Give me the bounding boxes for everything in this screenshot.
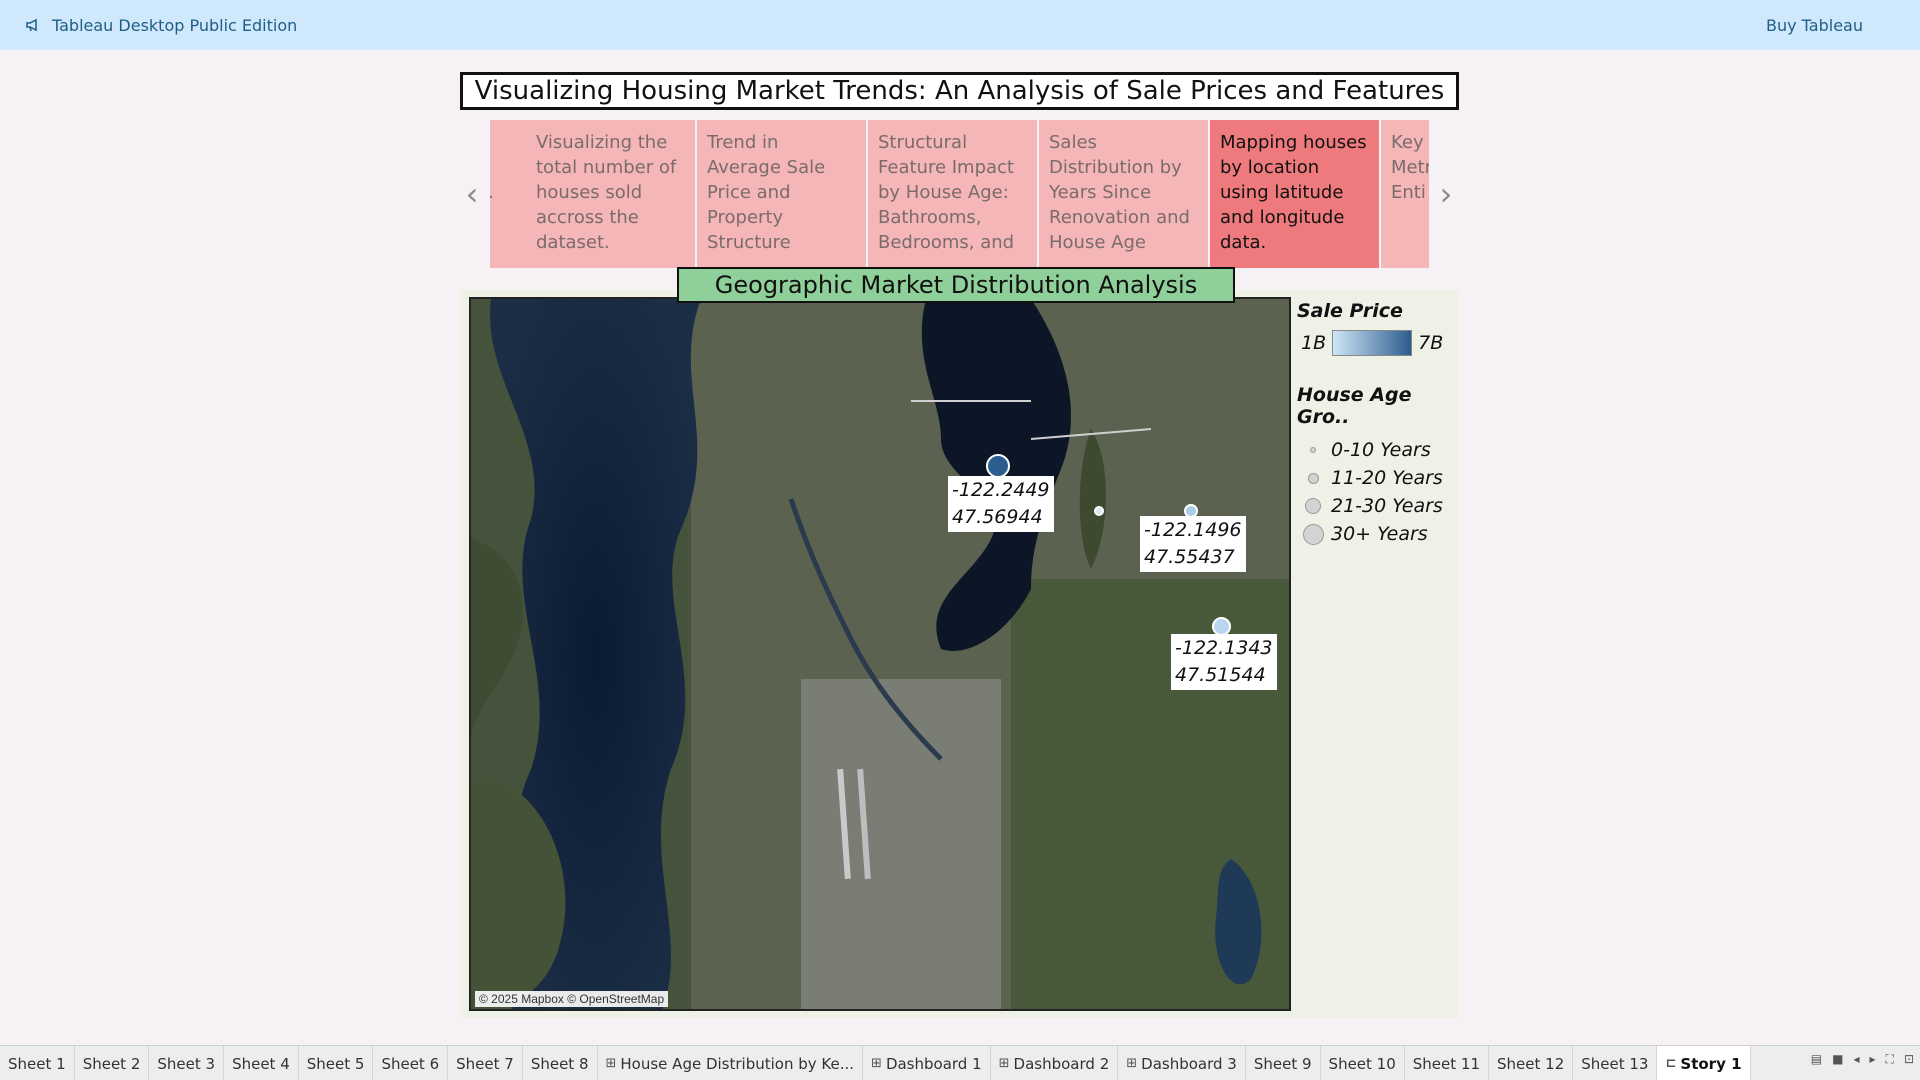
story-point[interactable]: Structural Feature Impact by House Age: … — [868, 120, 1037, 268]
show-tabs-icon[interactable]: ■ — [1832, 1052, 1843, 1067]
size-dot-icon — [1302, 523, 1324, 545]
scroll-right-icon[interactable]: ▸ — [1870, 1052, 1876, 1067]
story-point[interactable]: Key I Metr Enti — [1381, 120, 1429, 268]
sheet-tab-label: Sheet 5 — [306, 1054, 365, 1073]
sheet-tab[interactable]: ⊏ Story 1 — [1657, 1046, 1751, 1080]
sheet-tab[interactable]: Sheet 4 — [224, 1046, 299, 1080]
story-title: Visualizing Housing Market Trends: An An… — [460, 72, 1459, 110]
mark-label: -122.1343 47.51544 — [1171, 634, 1277, 690]
story-point[interactable]: Sales Distribution by Years Since Renova… — [1039, 120, 1208, 268]
color-legend-title: Sale Price — [1297, 300, 1403, 322]
megaphone-icon — [26, 18, 37, 32]
story-point[interactable]: Visualizing the total number of houses s… — [526, 120, 695, 268]
next-story-point-icon[interactable]: › — [1436, 176, 1456, 212]
sheet-tab-label: Dashboard 1 — [885, 1054, 982, 1073]
buy-tableau-link[interactable]: Buy Tableau — [1766, 0, 1863, 50]
sheet-tab[interactable]: Sheet 7 — [448, 1046, 523, 1080]
story-icon: ⊏ — [1665, 1056, 1677, 1071]
dashboard-icon: ⊞ — [998, 1056, 1010, 1071]
top-bar: Tableau Desktop Public Edition Buy Table… — [0, 0, 1920, 50]
sheet-tab-label: Sheet 13 — [1581, 1054, 1649, 1073]
color-gradient — [1332, 330, 1413, 356]
dashboard-icon: ⊞ — [605, 1056, 617, 1071]
sheet-tab-label: House Age Distribution by Ke... — [620, 1054, 855, 1073]
story-point[interactable]: Trend in Average Sale Price and Property… — [697, 120, 866, 268]
sheet-tab-label: Sheet 6 — [381, 1054, 440, 1073]
sheet-tab[interactable]: Sheet 10 — [1321, 1046, 1405, 1080]
map-mark[interactable] — [1094, 506, 1104, 516]
scroll-left-icon[interactable]: ◂ — [1853, 1052, 1859, 1067]
size-dot-icon — [1310, 447, 1316, 453]
presentation-icon[interactable]: ⊡ — [1904, 1052, 1914, 1067]
sheet-tab-label: Sheet 1 — [8, 1054, 66, 1073]
legend-panel: Sale Price 1B 7B House Age Gro.. 0-10 Ye… — [1297, 300, 1457, 548]
previous-story-point-icon[interactable]: ‹ — [462, 176, 482, 212]
sheet-tabs: Sheet 1 Sheet 2 Sheet 3 Sheet 4 Sheet 5 Sheet… — [0, 1045, 1920, 1080]
fullscreen-icon[interactable]: ⛶ — [1886, 1052, 1894, 1067]
sheet-tab[interactable]: ⊞ House Age Distribution by Ke... — [598, 1046, 864, 1080]
dashboard-icon: ⊞ — [871, 1056, 882, 1071]
sheet-tab-label: Sheet 10 — [1328, 1054, 1396, 1073]
sheet-tab-label: Sheet 8 — [530, 1054, 589, 1073]
size-legend-item[interactable]: 0-10 Years — [1297, 436, 1457, 464]
sheet-tab[interactable]: Sheet 3 — [149, 1046, 225, 1080]
sheet-tab-label: Sheet 12 — [1497, 1054, 1565, 1073]
brand-label: Tableau Desktop Public Edition — [52, 15, 298, 35]
show-filmstrip-icon[interactable]: ▤ — [1811, 1052, 1822, 1067]
map-attribution: © 2025 Mapbox © OpenStreetMap — [475, 991, 669, 1007]
color-legend-max: 7B — [1418, 332, 1444, 354]
story-points: e et ct.Visualizing the total number of … — [490, 120, 1429, 268]
sheet-tab[interactable]: ⊞ Dashboard 3 — [1118, 1046, 1246, 1080]
brand: Tableau Desktop Public Edition — [26, 0, 297, 50]
sheet-tab-label: Sheet 2 — [82, 1054, 141, 1073]
mark-longitude: -122.2449 — [952, 479, 1050, 501]
sheet-tab-label: Sheet 4 — [232, 1054, 290, 1073]
mark-latitude: 47.56944 — [952, 506, 1043, 528]
size-legend-label: 11-20 Years — [1331, 467, 1443, 489]
sheet-tab[interactable]: Sheet 13 — [1573, 1046, 1658, 1080]
sheet-tab[interactable]: Sheet 1 — [0, 1046, 75, 1080]
sheet-tab[interactable]: Sheet 9 — [1246, 1046, 1321, 1080]
map-mark[interactable] — [986, 454, 1010, 478]
sheet-tab-label: Dashboard 2 — [1013, 1054, 1110, 1073]
sheet-tab[interactable]: Sheet 5 — [299, 1046, 374, 1080]
story-point[interactable]: Mapping houses by location using latitud… — [1210, 120, 1379, 268]
size-legend-item[interactable]: 30+ Years — [1297, 520, 1457, 548]
sheet-tab-label: Sheet 9 — [1253, 1054, 1312, 1073]
sheet-tab[interactable]: ⊞ Dashboard 1 — [863, 1046, 991, 1080]
mark-label: -122.1496 47.55437 — [1140, 516, 1246, 572]
satellite-basemap — [471, 299, 1289, 1009]
mark-latitude: 47.51544 — [1175, 664, 1266, 686]
mark-longitude: -122.1343 — [1175, 637, 1273, 659]
sheet-tab[interactable]: Sheet 12 — [1489, 1046, 1574, 1080]
sheet-tab[interactable]: ⊞ Dashboard 2 — [991, 1046, 1119, 1080]
size-dot-icon — [1305, 498, 1321, 514]
mark-label: -122.2449 47.56944 — [948, 476, 1054, 532]
size-legend-title: House Age Gro.. — [1297, 384, 1412, 428]
size-legend-item[interactable]: 11-20 Years — [1297, 464, 1457, 492]
size-legend-item[interactable]: 21-30 Years — [1297, 492, 1457, 520]
mark-latitude: 47.55437 — [1144, 546, 1235, 568]
sheet-title: Geographic Market Distribution Analysis — [677, 267, 1235, 303]
sheet-tab[interactable]: Sheet 2 — [75, 1046, 150, 1080]
tab-controls: ▤ ■ ◂ ▸ ⛶ ⊡ — [1811, 1052, 1914, 1067]
sheet-tab-label: Sheet 7 — [456, 1054, 514, 1073]
dashboard-icon: ⊞ — [1126, 1056, 1138, 1071]
sheet-tab-label: Dashboard 3 — [1141, 1054, 1237, 1073]
sheet-tab-label: Sheet 3 — [157, 1054, 216, 1073]
color-legend-min: 1B — [1301, 332, 1327, 354]
size-dot-icon — [1307, 472, 1319, 484]
sheet-tab[interactable]: Sheet 11 — [1405, 1046, 1490, 1080]
color-legend[interactable]: 1B 7B — [1301, 330, 1457, 356]
size-legend-label: 0-10 Years — [1331, 439, 1431, 461]
map-view[interactable]: © 2025 Mapbox © OpenStreetMap -122.2449 … — [469, 297, 1291, 1011]
sheet-tab[interactable]: Sheet 6 — [373, 1046, 449, 1080]
sheet-tab[interactable]: Sheet 8 — [523, 1046, 598, 1080]
size-legend-label: 30+ Years — [1331, 523, 1428, 545]
sheet-tab-label: Sheet 11 — [1412, 1054, 1481, 1073]
size-legend-label: 21-30 Years — [1331, 495, 1443, 517]
sheet-tab-label: Story 1 — [1680, 1054, 1742, 1073]
mark-longitude: -122.1496 — [1144, 519, 1242, 541]
